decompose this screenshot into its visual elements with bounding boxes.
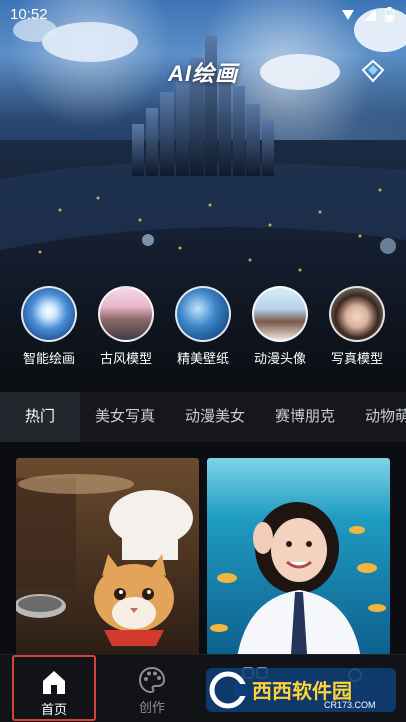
diamond-vip-icon[interactable] [360,58,386,84]
watermark-sub-text: CR173.COM [324,700,376,710]
home-icon [43,671,65,694]
gallery-grid [0,442,406,654]
nav-create[interactable]: 创作 [112,655,192,722]
ocean-sunrise-thumbnail [21,286,77,342]
battery-icon [385,7,394,22]
status-bar: 10:52 [0,0,406,30]
underwater-girl-image [207,458,390,654]
site-watermark-logo: 西西软件园 CR173.COM [206,668,396,712]
ancient-pavilion-thumbnail [98,286,154,342]
tab-hot[interactable]: 热门 [0,392,80,442]
tab-animal[interactable]: 动物萌 [365,392,406,442]
hero-banner: 10:52 AI绘画 智能绘画 古风模型 精美壁纸 动漫头像 写真模型 [0,0,406,392]
category-item-smart-painting[interactable]: 智能绘画 [11,286,87,367]
signal-icon [342,9,354,20]
category-label: 智能绘画 [22,351,75,366]
category-label: 写真模型 [330,351,383,366]
category-tabs: 热门 美女写真 动漫美女 赛博朋克 动物萌 [0,392,406,442]
status-icons [341,7,394,22]
category-item-portrait[interactable]: 写真模型 [319,286,395,367]
blue-wave-thumbnail [175,286,231,342]
gallery-card[interactable] [207,458,390,654]
anime-girl-thumbnail [252,286,308,342]
cellular-icon [364,8,376,21]
app-title: AI绘画 [167,61,238,86]
category-row: 智能绘画 古风模型 精美壁纸 动漫头像 写真模型 [0,286,406,372]
category-item-wallpaper[interactable]: 精美壁纸 [165,286,241,367]
tab-beauty-photo[interactable]: 美女写真 [95,392,155,442]
portrait-woman-thumbnail [329,286,385,342]
category-item-anime-avatar[interactable]: 动漫头像 [242,286,318,367]
status-time: 10:52 [10,6,48,23]
tab-cyberpunk[interactable]: 赛博朋克 [275,392,335,442]
chef-cat-image [16,458,199,654]
tab-anime-beauty[interactable]: 动漫美女 [185,392,245,442]
nav-create-label: 创作 [138,700,165,715]
category-label: 精美壁纸 [176,351,229,366]
gallery-card[interactable] [16,458,199,654]
nav-home[interactable]: 首页 [12,655,96,721]
category-label: 动漫头像 [253,351,306,366]
category-item-ancient-style[interactable]: 古风模型 [88,286,164,367]
category-label: 古风模型 [99,351,152,366]
palette-icon [138,666,166,694]
nav-home-label: 首页 [40,702,67,717]
